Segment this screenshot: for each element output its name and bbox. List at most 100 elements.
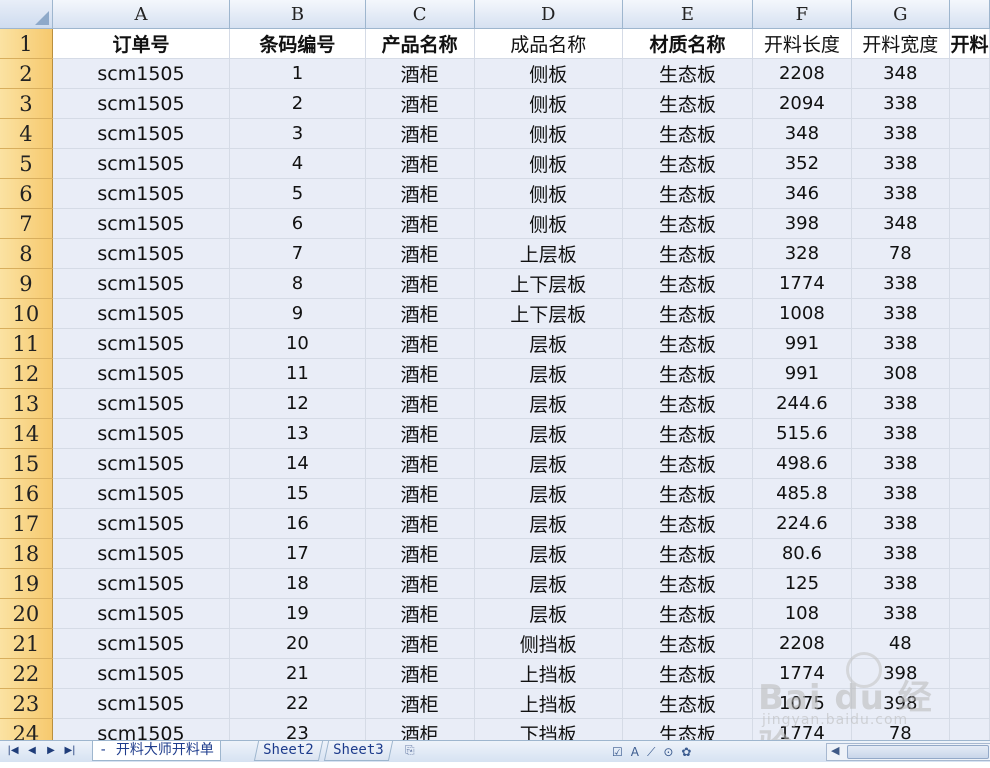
cell-width[interactable]: 338: [851, 88, 950, 119]
cell-material[interactable]: 生态板: [622, 118, 754, 149]
cell-width[interactable]: 78: [851, 718, 950, 740]
cell-product[interactable]: 酒柜: [365, 688, 475, 719]
cell-barcode[interactable]: 10: [229, 328, 366, 359]
cell-order[interactable]: scm1505: [52, 418, 231, 449]
cell-order[interactable]: scm1505: [52, 448, 231, 479]
cell-empty[interactable]: [949, 508, 990, 539]
cell-order[interactable]: scm1505: [52, 148, 231, 179]
cell-h-header[interactable]: 开料: [949, 28, 990, 59]
cell-width[interactable]: 78: [851, 238, 950, 269]
cell-product[interactable]: 酒柜: [365, 58, 475, 89]
cell-barcode[interactable]: 15: [229, 478, 366, 509]
cell-empty[interactable]: [949, 148, 990, 179]
cell-order[interactable]: scm1505: [52, 568, 231, 599]
cell-order[interactable]: scm1505: [52, 628, 231, 659]
row-header[interactable]: 2: [0, 58, 53, 89]
cell-width[interactable]: 338: [851, 148, 950, 179]
cell-barcode[interactable]: 6: [229, 208, 366, 239]
cell-empty[interactable]: [949, 358, 990, 389]
column-header-h[interactable]: [949, 0, 990, 29]
cell-material[interactable]: 生态板: [622, 298, 754, 329]
cell-width-header[interactable]: 开料宽度: [851, 28, 950, 59]
column-header-d[interactable]: D: [474, 0, 623, 29]
cell-width[interactable]: 338: [851, 478, 950, 509]
cell-empty[interactable]: [949, 538, 990, 569]
cell-empty[interactable]: [949, 208, 990, 239]
cell-product[interactable]: 酒柜: [365, 358, 475, 389]
cell-width[interactable]: 338: [851, 388, 950, 419]
cell-part[interactable]: 上挡板: [474, 658, 623, 689]
cell-length[interactable]: 108: [752, 598, 852, 629]
cell-barcode[interactable]: 1: [229, 58, 366, 89]
column-header-g[interactable]: G: [851, 0, 950, 29]
cell-product[interactable]: 酒柜: [365, 88, 475, 119]
row-header[interactable]: 15: [0, 448, 53, 479]
cell-order[interactable]: scm1505: [52, 88, 231, 119]
cell-width[interactable]: 398: [851, 688, 950, 719]
cell-empty[interactable]: [949, 598, 990, 629]
row-header[interactable]: 16: [0, 478, 53, 509]
cell-order[interactable]: scm1505: [52, 118, 231, 149]
cell-length[interactable]: 1774: [752, 718, 852, 740]
cell-product[interactable]: 酒柜: [365, 568, 475, 599]
cell-length[interactable]: 224.6: [752, 508, 852, 539]
cell-empty[interactable]: [949, 628, 990, 659]
cell-part[interactable]: 层板: [474, 538, 623, 569]
cell-length[interactable]: 346: [752, 178, 852, 209]
cell-product[interactable]: 酒柜: [365, 508, 475, 539]
cell-order[interactable]: scm1505: [52, 598, 231, 629]
row-header[interactable]: 4: [0, 118, 53, 149]
cell-width[interactable]: 338: [851, 448, 950, 479]
cell-barcode[interactable]: 11: [229, 358, 366, 389]
insert-sheet-icon[interactable]: ⎘: [405, 743, 423, 758]
cell-product[interactable]: 酒柜: [365, 418, 475, 449]
cell-barcode-header[interactable]: 条码编号: [229, 28, 366, 59]
cell-length[interactable]: 80.6: [752, 538, 852, 569]
cell-product[interactable]: 酒柜: [365, 238, 475, 269]
cell-length[interactable]: 1075: [752, 688, 852, 719]
cell-part[interactable]: 层板: [474, 508, 623, 539]
cell-order-header[interactable]: 订单号: [52, 28, 231, 59]
cell-product[interactable]: 酒柜: [365, 328, 475, 359]
cell-length[interactable]: 1774: [752, 268, 852, 299]
cell-product[interactable]: 酒柜: [365, 268, 475, 299]
row-header[interactable]: 13: [0, 388, 53, 419]
cell-empty[interactable]: [949, 658, 990, 689]
sheet-tab-2[interactable]: Sheet2: [253, 741, 323, 761]
cell-length[interactable]: 498.6: [752, 448, 852, 479]
cell-product[interactable]: 酒柜: [365, 478, 475, 509]
row-header[interactable]: 6: [0, 178, 53, 209]
scroll-left-icon[interactable]: ◀: [831, 744, 839, 757]
cell-order[interactable]: scm1505: [52, 268, 231, 299]
cell-part[interactable]: 侧挡板: [474, 628, 623, 659]
cell-order[interactable]: scm1505: [52, 718, 231, 740]
cell-width[interactable]: 48: [851, 628, 950, 659]
cell-product[interactable]: 酒柜: [365, 658, 475, 689]
cell-empty[interactable]: [949, 178, 990, 209]
row-header[interactable]: 5: [0, 148, 53, 179]
cell-barcode[interactable]: 14: [229, 448, 366, 479]
cell-material[interactable]: 生态板: [622, 628, 754, 659]
cell-material[interactable]: 生态板: [622, 208, 754, 239]
cell-order[interactable]: scm1505: [52, 388, 231, 419]
cell-empty[interactable]: [949, 688, 990, 719]
cell-length[interactable]: 991: [752, 358, 852, 389]
cell-part[interactable]: 层板: [474, 418, 623, 449]
cell-barcode[interactable]: 5: [229, 178, 366, 209]
cell-empty[interactable]: [949, 328, 990, 359]
prev-sheet-icon[interactable]: ◀: [25, 744, 39, 758]
cell-width[interactable]: 338: [851, 598, 950, 629]
cell-length[interactable]: 515.6: [752, 418, 852, 449]
cell-material[interactable]: 生态板: [622, 418, 754, 449]
cell-material[interactable]: 生态板: [622, 148, 754, 179]
cell-order[interactable]: scm1505: [52, 658, 231, 689]
cell-part[interactable]: 侧板: [474, 58, 623, 89]
cell-product[interactable]: 酒柜: [365, 388, 475, 419]
row-header[interactable]: 7: [0, 208, 53, 239]
cell-order[interactable]: scm1505: [52, 538, 231, 569]
row-header[interactable]: 17: [0, 508, 53, 539]
cell-part[interactable]: 层板: [474, 388, 623, 419]
column-header-b[interactable]: B: [229, 0, 366, 29]
cell-width[interactable]: 338: [851, 268, 950, 299]
cell-part[interactable]: 层板: [474, 568, 623, 599]
